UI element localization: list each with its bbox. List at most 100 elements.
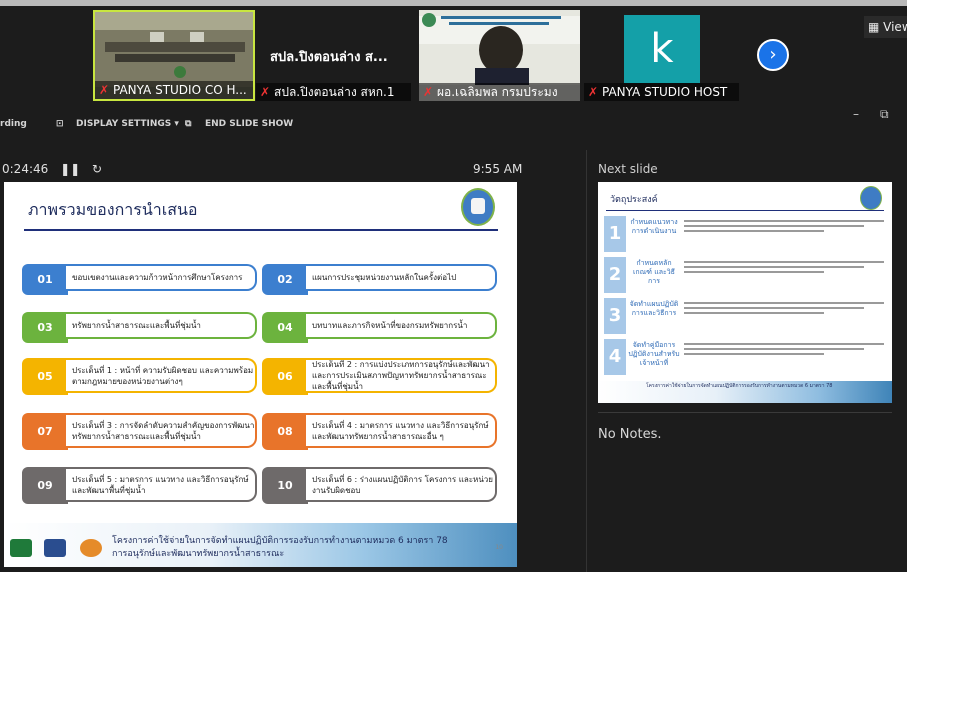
- display-settings-icon: ⊡: [56, 119, 64, 129]
- objective-heading: กำหนดหลักเกณฑ์ และวิธีการ: [633, 259, 675, 285]
- participant-tile-1[interactable]: ✗ PANYA STUDIO CO H...: [93, 10, 255, 101]
- reset-timer-icon[interactable]: ↻: [92, 162, 102, 176]
- agenda-item-text: แผนการประชุมหน่วยงานหลักในครั้งต่อไป: [306, 264, 497, 291]
- notes-separator: [598, 412, 892, 413]
- objective-body-lines: [684, 340, 884, 374]
- next-participants-button[interactable]: ›: [757, 39, 789, 71]
- pause-icon[interactable]: ❚❚: [60, 162, 80, 176]
- agenda-item: 07 ประเด็นที่ 3 : การจัดลำดับความสำคัญของ…: [22, 413, 257, 450]
- end-slide-show-button[interactable]: END SLIDE SHOW: [205, 119, 293, 129]
- agenda-item: 02 แผนการประชุมหน่วยงานหลักในครั้งต่อไป: [262, 264, 497, 295]
- objective-body-lines: [684, 299, 884, 333]
- agenda-item: 08 ประเด็นที่ 4 : มาตรการ แนวทาง และวิธีก…: [262, 413, 497, 450]
- agenda-item: 03 ทรัพยากรน้ำสาธารณะและพื้นที่ชุ่มน้ำ: [22, 312, 257, 343]
- objective-heading: กำหนดแนวทางการดำเนินงาน: [630, 218, 678, 235]
- partner-logo: [80, 539, 102, 557]
- view-button-label: View: [883, 20, 907, 34]
- agenda-item-number: 05: [22, 358, 68, 395]
- agenda-item: 06 ประเด็นที่ 2 : การแบ่งประเภทการอนุรักษ…: [262, 358, 497, 395]
- participant-name-tag: ✗ PANYA STUDIO HOST: [584, 83, 739, 101]
- agenda-item: 04 บทบาทและภารกิจหน้าที่ของกรมทรัพยากรน้ำ: [262, 312, 497, 343]
- objective-heading: จัดทำแผนปฏิบัติการและวิธีการ: [629, 300, 679, 317]
- meeting-room-video: [95, 12, 253, 87]
- agenda-item-text: ประเด็นที่ 1 : หน้าที่ ความรับผิดชอบ และ…: [66, 358, 257, 393]
- next-slide-title: วัตถุประสงค์: [610, 195, 658, 205]
- participant-name: ผอ.เฉลิมพล กรมประมง: [437, 85, 558, 99]
- participant-tile-4[interactable]: k ✗ PANYA STUDIO HOST: [584, 10, 739, 101]
- page-number: 10: [495, 544, 503, 551]
- objective-row: 4 จัดทำคู่มือการปฏิบัติงานสำหรับเจ้าหน้าท…: [604, 337, 886, 377]
- objective-number: 4: [604, 339, 626, 375]
- agenda-item-number: 10: [262, 467, 308, 504]
- objective-heading: จัดทำคู่มือการปฏิบัติงานสำหรับเจ้าหน้าที…: [628, 341, 680, 367]
- current-slide[interactable]: ภาพรวมของการนำเสนอ 01 ขอบเขตงานและความก้า…: [4, 182, 517, 567]
- restore-icon[interactable]: ⧉: [880, 107, 889, 122]
- participant-name-tag: ✗ PANYA STUDIO CO H...: [95, 81, 253, 99]
- objective-row: 1 กำหนดแนวทางการดำเนินงาน: [604, 214, 886, 254]
- objective-body-lines: [684, 258, 884, 292]
- view-button[interactable]: ▦ View: [864, 16, 907, 38]
- next-slide-thumbnail[interactable]: วัตถุประสงค์ 1 กำหนดแนวทางการดำเนินงาน 2 กำ…: [598, 182, 892, 403]
- agenda-item-number: 02: [262, 264, 308, 295]
- participant-avatar: k: [624, 15, 700, 83]
- agenda-item-text: ทรัพยากรน้ำสาธารณะและพื้นที่ชุ่มน้ำ: [66, 312, 257, 339]
- agenda-item-text: ประเด็นที่ 6 : ร่างแผนปฏิบัติการ โครงการ…: [306, 467, 497, 502]
- next-slide-rule: [606, 210, 884, 211]
- objective-number: 1: [604, 216, 626, 252]
- agenda-item-number: 07: [22, 413, 68, 450]
- participant-name-tag: ✗ สปล.ปิงตอนล่าง สหก.1: [256, 83, 411, 101]
- agenda-item-text: ขอบเขตงานและความก้าวหน้าการศึกษาโครงการ: [66, 264, 257, 291]
- agenda-item: 05 ประเด็นที่ 1 : หน้าที่ ความรับผิดชอบ แ…: [22, 358, 257, 395]
- chevron-right-icon: ›: [769, 44, 777, 65]
- participant-name: PANYA STUDIO HOST: [602, 85, 728, 99]
- agenda-item-text: ประเด็นที่ 4 : มาตรการ แนวทาง และวิธีการ…: [306, 413, 497, 448]
- speaker-notes: No Notes.: [598, 427, 662, 442]
- agenda-item: 09 ประเด็นที่ 5 : มาตรการ แนวทาง และวิธีก…: [22, 467, 257, 504]
- department-seal-logo: [860, 186, 882, 210]
- slide-timer: 0:24:46 ❚❚ ↻: [2, 162, 102, 176]
- participant-name: สปล.ปิงตอนล่าง สหก.1: [274, 85, 395, 99]
- department-seal-logo: [461, 188, 495, 226]
- agenda-item-number: 08: [262, 413, 308, 450]
- zoom-presenter-window: ✗ PANYA STUDIO CO H... สปล.ปิงตอนล่าง ส..…: [0, 0, 907, 572]
- objective-body-lines: [684, 217, 884, 251]
- agenda-item: 01 ขอบเขตงานและความก้าวหน้าการศึกษาโครงกา…: [22, 264, 257, 295]
- participant-tile-3[interactable]: ✗ ผอ.เฉลิมพล กรมประมง: [419, 10, 580, 101]
- objective-row: 3 จัดทำแผนปฏิบัติการและวิธีการ: [604, 296, 886, 336]
- agenda-item-text: ประเด็นที่ 3 : การจัดลำดับความสำคัญของกา…: [66, 413, 257, 448]
- mic-muted-icon: ✗: [99, 83, 110, 97]
- objective-row: 2 กำหนดหลักเกณฑ์ และวิธีการ: [604, 255, 886, 295]
- participant-display-title: สปล.ปิงตอนล่าง ส...: [270, 50, 388, 65]
- next-slide-footer: โครงการค่าใช้จ่ายในการจัดทำแผนปฏิบัติการ…: [598, 381, 892, 403]
- recording-label[interactable]: rding: [0, 119, 27, 129]
- elapsed-time: 0:24:46: [2, 162, 49, 176]
- footer-line-2: การอนุรักษ์และพัฒนาทรัพยากรน้ำสาธารณะ: [112, 549, 285, 559]
- next-slide-footer-text: โครงการค่าใช้จ่ายในการจัดทำแผนปฏิบัติการ…: [646, 383, 833, 389]
- participant-name: PANYA STUDIO CO H...: [113, 83, 247, 97]
- participant-tile-2[interactable]: สปล.ปิงตอนล่าง ส... ✗ สปล.ปิงตอนล่าง สหก.…: [256, 10, 411, 101]
- minimize-icon[interactable]: –: [853, 107, 859, 121]
- next-slide-label: Next slide: [598, 162, 658, 176]
- participant-name-tag: ✗ ผอ.เฉลิมพล กรมประมง: [419, 83, 580, 101]
- agenda-item-number: 09: [22, 467, 68, 504]
- display-settings-button[interactable]: DISPLAY SETTINGS ▾: [76, 119, 179, 129]
- objective-number: 3: [604, 298, 626, 334]
- participant-video: [419, 10, 580, 85]
- title-underline: [24, 229, 498, 231]
- grid-icon: ▦: [868, 20, 884, 34]
- partner-logo: [44, 539, 66, 557]
- agenda-item-text: ประเด็นที่ 2 : การแบ่งประเภทการอนุรักษ์แ…: [306, 358, 497, 393]
- agenda-item: 10 ประเด็นที่ 6 : ร่างแผนปฏิบัติการ โครงก…: [262, 467, 497, 504]
- mic-muted-icon: ✗: [423, 85, 434, 99]
- agenda-item-text: บทบาทและภารกิจหน้าที่ของกรมทรัพยากรน้ำ: [306, 312, 497, 339]
- agenda-item-number: 06: [262, 358, 308, 395]
- slide-title: ภาพรวมของการนำเสนอ: [28, 200, 198, 219]
- top-edge: [0, 0, 907, 6]
- partner-logo: [10, 539, 32, 557]
- pane-divider[interactable]: [586, 150, 587, 572]
- mic-muted-icon: ✗: [588, 85, 599, 99]
- agenda-item-number: 04: [262, 312, 308, 343]
- objective-number: 2: [604, 257, 626, 293]
- agenda-item-text: ประเด็นที่ 5 : มาตรการ แนวทาง และวิธีการ…: [66, 467, 257, 502]
- agenda-item-number: 01: [22, 264, 68, 295]
